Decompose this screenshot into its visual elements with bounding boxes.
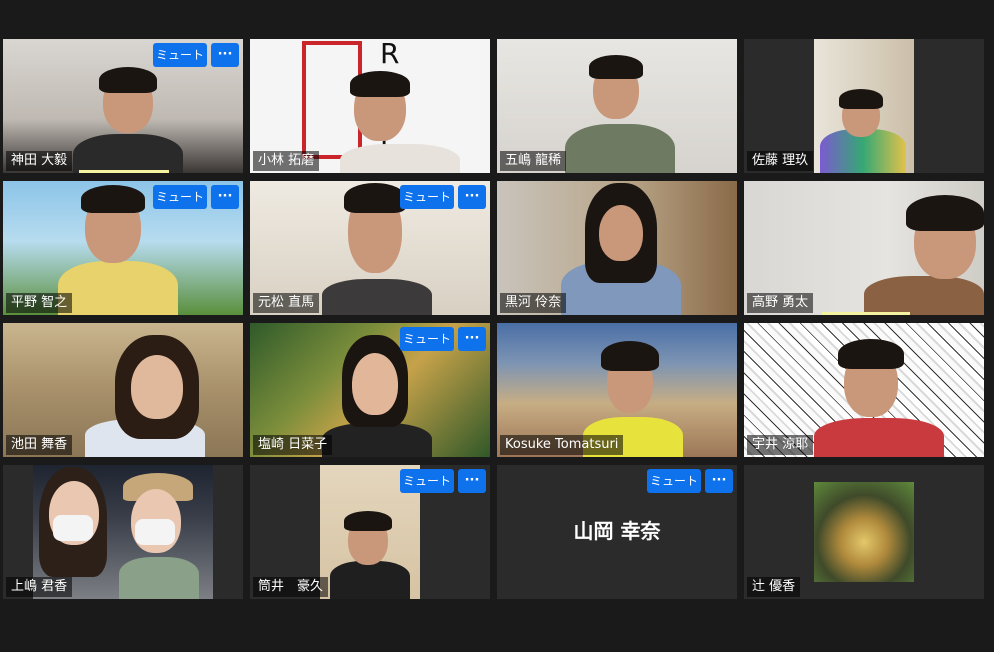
participant-name: 高野 勇太	[747, 293, 814, 313]
participant-name: 元松 直馬	[253, 293, 320, 313]
participant-tile[interactable]: ミュート ··· 塩崎 日菜子	[250, 323, 490, 457]
more-options-button[interactable]: ···	[458, 327, 486, 351]
participant-tile-video-off[interactable]: 山岡 幸奈 ミュート ···	[497, 465, 737, 599]
participant-tile[interactable]: ミュート ··· 元松 直馬	[250, 181, 490, 315]
participant-name: 辻 優香	[747, 577, 801, 597]
participant-tile[interactable]: ミュート ··· 神田 大毅	[3, 39, 243, 173]
mute-button[interactable]: ミュート	[153, 43, 207, 67]
participant-tile[interactable]: ミュート ··· 平野 智之	[3, 181, 243, 315]
mute-button[interactable]: ミュート	[400, 469, 454, 493]
participant-name: 佐藤 理玖	[747, 151, 814, 171]
participant-name: 黒河 伶奈	[500, 293, 567, 313]
mute-button[interactable]: ミュート	[647, 469, 701, 493]
mute-button[interactable]: ミュート	[153, 185, 207, 209]
participant-name: 五嶋 龍稀	[500, 151, 567, 171]
speaking-indicator	[79, 170, 169, 173]
participant-name: 筒井 豪久	[253, 577, 329, 597]
more-options-button[interactable]: ···	[458, 185, 486, 209]
mute-button[interactable]: ミュート	[400, 327, 454, 351]
participant-name: 平野 智之	[6, 293, 73, 313]
participant-tile[interactable]: 佐藤 理玖	[744, 39, 984, 173]
logo-image	[302, 41, 362, 159]
participant-name: Kosuke Tomatsuri	[500, 435, 624, 455]
participant-name: 小林 拓磨	[253, 151, 320, 171]
participant-name: 宇井 涼耶	[747, 435, 814, 455]
speaking-indicator	[822, 312, 910, 315]
more-options-button[interactable]: ···	[211, 185, 239, 209]
mute-button[interactable]: ミュート	[400, 185, 454, 209]
more-options-button[interactable]: ···	[458, 469, 486, 493]
participant-tile[interactable]: 宇井 涼耶	[744, 323, 984, 457]
participant-tile[interactable]: 高野 勇太	[744, 181, 984, 315]
profile-picture	[814, 482, 914, 582]
participant-tile[interactable]: 五嶋 龍稀	[497, 39, 737, 173]
participant-tile[interactable]: 上嶋 君香	[3, 465, 243, 599]
participant-tile[interactable]: 黒河 伶奈	[497, 181, 737, 315]
participant-tile[interactable]: ミュート ··· 筒井 豪久	[250, 465, 490, 599]
more-options-button[interactable]: ···	[705, 469, 733, 493]
participant-name: 上嶋 君香	[6, 577, 73, 597]
video-off-name: 山岡 幸奈	[573, 519, 661, 543]
participant-name: 神田 大毅	[6, 151, 73, 171]
participant-tile[interactable]: R I A I 小林 拓磨	[250, 39, 490, 173]
logo-letter: R	[380, 39, 400, 70]
participant-tile[interactable]: Kosuke Tomatsuri	[497, 323, 737, 457]
participant-name: 池田 舞香	[6, 435, 73, 455]
more-options-button[interactable]: ···	[211, 43, 239, 67]
participant-tile[interactable]: 辻 優香	[744, 465, 984, 599]
participant-name: 塩崎 日菜子	[253, 435, 333, 455]
participant-tile-active-speaker[interactable]: 池田 舞香	[3, 323, 243, 457]
